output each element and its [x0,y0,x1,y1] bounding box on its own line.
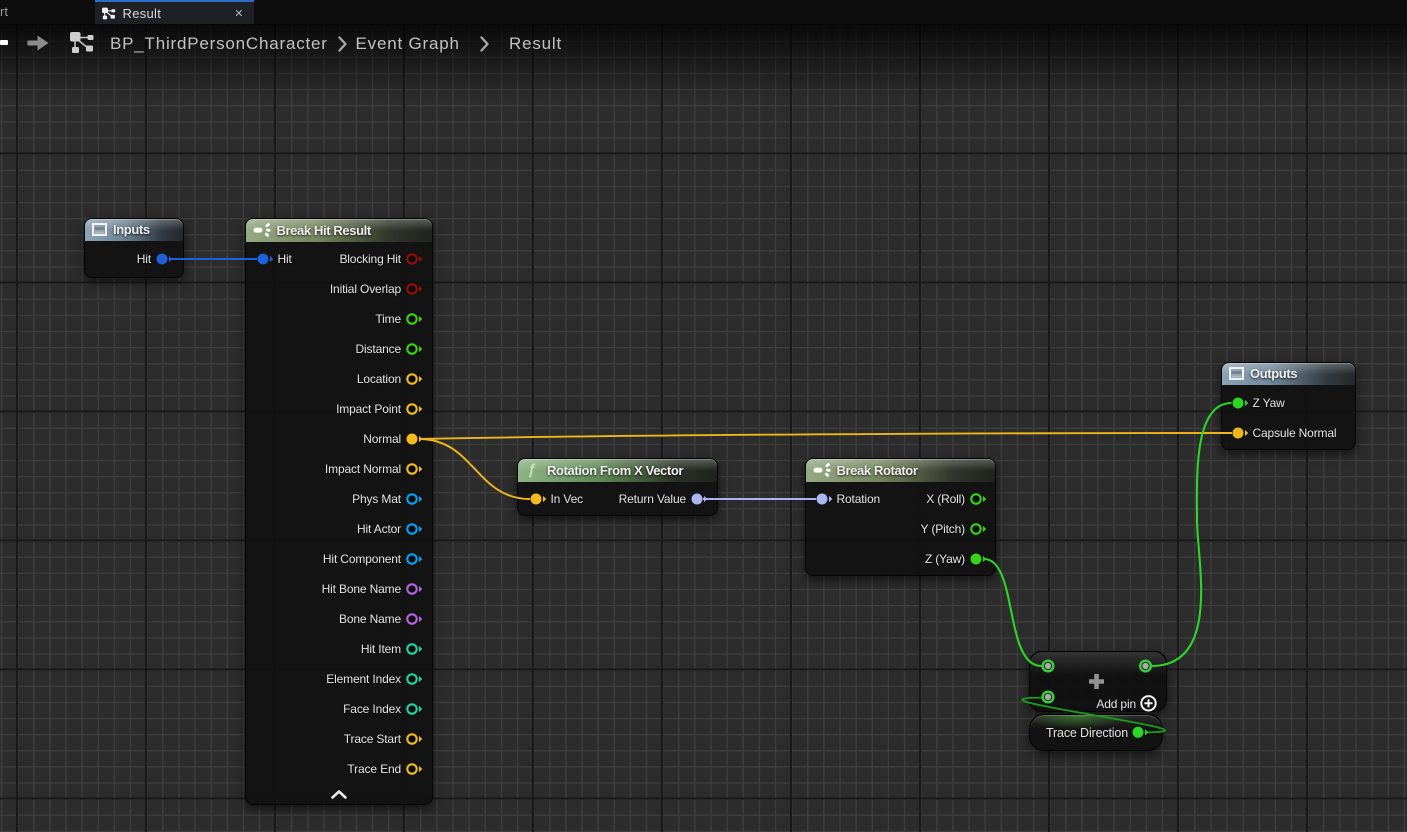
svg-text:ƒ: ƒ [528,462,536,479]
